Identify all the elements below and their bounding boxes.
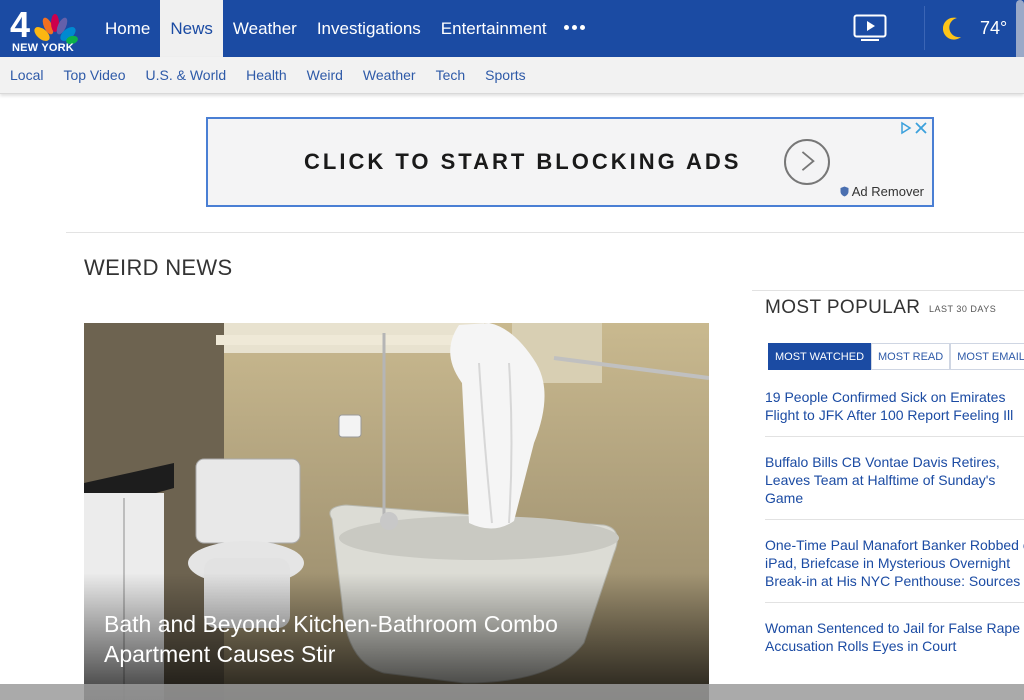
more-menu-icon[interactable] xyxy=(564,25,585,30)
video-play-icon[interactable] xyxy=(853,14,889,42)
ad-banner[interactable]: CLICK TO START BLOCKING ADS Ad Remover xyxy=(206,117,934,207)
ad-headline: CLICK TO START BLOCKING ADS xyxy=(304,149,742,174)
logo-city: NEW YORK xyxy=(12,42,74,54)
adchoices-icon[interactable] xyxy=(900,121,928,135)
list-item[interactable]: 19 People Confirmed Sick on Emirates Fli… xyxy=(765,388,1024,437)
top-navbar: 4 NEW YORK Home News Weather Investigati… xyxy=(0,0,1024,84)
tab-most-watched[interactable]: MOST WATCHED xyxy=(768,343,872,370)
horizontal-scrollbar[interactable] xyxy=(0,684,1024,700)
most-popular-tabs: MOST WATCHED MOST READ MOST EMAILED xyxy=(768,343,1024,370)
sub-navbar: Local Top Video U.S. & World Health Weir… xyxy=(0,57,1024,94)
subnav-local[interactable]: Local xyxy=(10,67,43,83)
hero-story-card[interactable]: Bath and Beyond: Kitchen-Bathroom Combo … xyxy=(84,323,709,700)
peacock-icon xyxy=(34,14,78,44)
moon-icon xyxy=(943,17,961,40)
subnav-weather[interactable]: Weather xyxy=(363,67,416,83)
most-popular-widget: MOST POPULAR LAST 30 DAYS MOST WATCHED M… xyxy=(752,290,1024,700)
list-item[interactable]: Buffalo Bills CB Vontae Davis Retires, L… xyxy=(765,453,1024,520)
list-item[interactable]: One-Time Paul Manafort Banker Robbed of … xyxy=(765,536,1024,603)
nav-news[interactable]: News xyxy=(160,0,223,57)
tab-most-read[interactable]: MOST READ xyxy=(871,343,951,370)
nav-home[interactable]: Home xyxy=(95,0,160,57)
hero-headline[interactable]: Bath and Beyond: Kitchen-Bathroom Combo … xyxy=(104,609,664,669)
temperature-readout[interactable]: 74° xyxy=(980,18,1007,39)
most-popular-list: 19 People Confirmed Sick on Emirates Fli… xyxy=(765,388,1024,683)
subnav-sports[interactable]: Sports xyxy=(485,67,525,83)
nav-entertainment[interactable]: Entertainment xyxy=(431,0,557,57)
tab-most-emailed[interactable]: MOST EMAILED xyxy=(950,343,1024,370)
subnav-us-world[interactable]: U.S. & World xyxy=(145,67,226,83)
nav-separator xyxy=(924,6,925,50)
subnav-weird[interactable]: Weird xyxy=(307,67,343,83)
subnav-tech[interactable]: Tech xyxy=(436,67,466,83)
most-popular-subtitle: LAST 30 DAYS xyxy=(929,304,997,314)
nbc4-logo[interactable]: 4 NEW YORK xyxy=(6,4,82,54)
logo-number: 4 xyxy=(10,4,30,45)
nav-investigations[interactable]: Investigations xyxy=(307,0,431,57)
ad-brand-text: Ad Remover xyxy=(851,184,924,199)
subnav-health[interactable]: Health xyxy=(246,67,286,83)
ad-arrow-icon[interactable] xyxy=(784,139,830,185)
subnav-top-video[interactable]: Top Video xyxy=(63,67,125,83)
content-divider xyxy=(66,232,1024,233)
section-title: WEIRD NEWS xyxy=(84,255,233,280)
list-item[interactable]: Woman Sentenced to Jail for False Rape A… xyxy=(765,619,1024,667)
ad-remover-label[interactable]: Ad Remover xyxy=(840,184,924,199)
nav-weather[interactable]: Weather xyxy=(223,0,307,57)
shield-icon xyxy=(840,186,849,197)
most-popular-title: MOST POPULAR xyxy=(765,297,921,318)
main-nav: Home News Weather Investigations Enterta… xyxy=(95,0,557,57)
